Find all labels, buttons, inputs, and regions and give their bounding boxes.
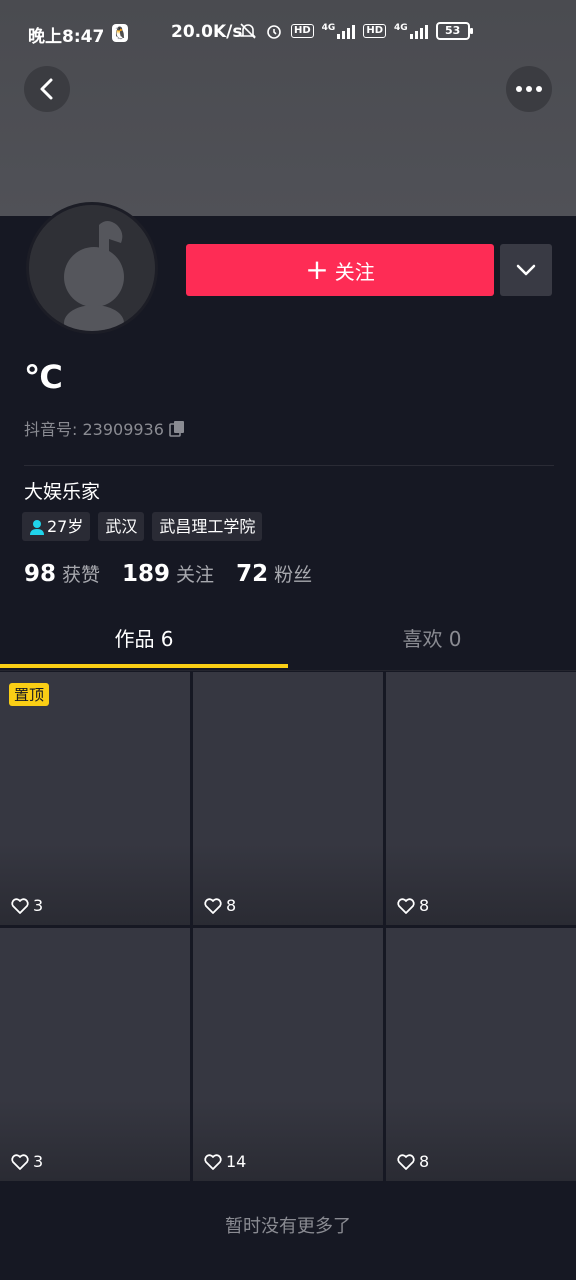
heart-icon (11, 897, 29, 914)
stat-likes-value: 98 (24, 561, 57, 587)
tag-age: 27岁 (22, 512, 91, 541)
follow-button[interactable]: + 关注 (186, 244, 494, 296)
status-time: 晚上8:47 (28, 27, 105, 47)
heart-icon (204, 1153, 222, 1170)
content-tabs: 作品 6 喜欢 0 (0, 612, 576, 671)
more-button[interactable] (506, 66, 552, 112)
network-speed: 20.0K/s (171, 22, 243, 42)
video-likes: 8 (396, 1152, 429, 1171)
signal-icon-2: 4G (394, 23, 428, 39)
tag-city: 武汉 (98, 512, 145, 541)
video-thumbnail[interactable]: 置顶 3 (0, 672, 190, 925)
plus-icon: + (305, 253, 329, 286)
heart-icon (204, 897, 222, 914)
tag-age-label: 27岁 (47, 517, 84, 536)
video-likes: 3 (10, 896, 43, 915)
stat-likes[interactable]: 98 获赞 (24, 560, 100, 587)
video-likes: 8 (396, 896, 429, 915)
hd-icon: HD (291, 24, 314, 38)
video-likes-count: 8 (419, 1152, 430, 1171)
stat-likes-label: 获赞 (62, 564, 101, 586)
video-likes: 8 (203, 896, 236, 915)
chevron-down-icon (516, 264, 536, 276)
video-likes-count: 3 (33, 896, 44, 915)
heart-icon (397, 1153, 415, 1170)
video-likes-count: 8 (419, 896, 430, 915)
chevron-left-icon (40, 78, 53, 100)
nickname: ℃ (24, 358, 63, 396)
video-thumbnail[interactable]: 8 (386, 928, 576, 1181)
network-type-label: 4G (321, 23, 336, 33)
tab-works[interactable]: 作品 6 (0, 612, 288, 668)
qq-icon: 🐧 (112, 24, 128, 42)
mute-bell-icon (240, 23, 256, 39)
battery-icon: 53 (435, 22, 473, 40)
user-icon (30, 519, 44, 535)
stat-followers-label: 粉丝 (274, 564, 313, 586)
back-button[interactable] (24, 66, 70, 112)
network-type-label-2: 4G (394, 23, 408, 33)
stat-following-value: 189 (122, 561, 171, 587)
bio: 大娱乐家 (24, 481, 101, 503)
video-likes: 14 (203, 1152, 246, 1171)
recommend-dropdown-button[interactable] (500, 244, 552, 296)
video-thumbnail[interactable]: 3 (0, 928, 190, 1181)
copy-icon[interactable] (168, 419, 186, 437)
follow-label: 关注 (334, 259, 375, 284)
video-thumbnail[interactable]: 8 (193, 672, 383, 925)
tag-city-label: 武汉 (105, 517, 138, 536)
video-likes: 3 (10, 1152, 43, 1171)
douyin-id-text: 抖音号: 23909936 (24, 420, 164, 439)
divider (24, 465, 554, 466)
tag-school-label: 武昌理工学院 (159, 517, 256, 536)
stat-followers-value: 72 (236, 561, 269, 587)
profile-stats: 98 获赞 189 关注 72 粉丝 (24, 560, 312, 587)
profile-tags: 27岁 武汉 武昌理工学院 (22, 512, 263, 541)
stat-following-label: 关注 (176, 564, 215, 586)
heart-icon (11, 1153, 29, 1170)
hd-icon-2: HD (363, 24, 386, 38)
status-bar: 晚上8:47 🐧 20.0K/s HD 4G HD 4G 53 (0, 0, 576, 68)
status-icons: HD 4G HD 4G 53 (239, 22, 473, 40)
avatar[interactable] (26, 202, 158, 334)
video-likes-count: 3 (33, 1152, 44, 1171)
default-avatar-icon (29, 205, 155, 331)
douyin-id[interactable]: 抖音号: 23909936 (24, 416, 186, 440)
signal-icon-1: 4G (322, 23, 356, 39)
pinned-badge: 置顶 (9, 683, 50, 706)
stat-following[interactable]: 189 关注 (122, 560, 214, 587)
video-thumbnail[interactable]: 14 (193, 928, 383, 1181)
alarm-icon (267, 25, 281, 39)
video-thumbnail[interactable]: 8 (386, 672, 576, 925)
video-likes-count: 8 (226, 896, 237, 915)
video-likes-count: 14 (226, 1152, 247, 1171)
tab-indicator (0, 664, 288, 668)
heart-icon (397, 897, 415, 914)
more-dots-icon (516, 86, 542, 92)
tag-school: 武昌理工学院 (152, 512, 263, 541)
tab-likes[interactable]: 喜欢 0 (288, 612, 576, 668)
no-more-content-text: 暂时没有更多了 (225, 1216, 351, 1237)
stat-followers[interactable]: 72 粉丝 (236, 560, 312, 587)
